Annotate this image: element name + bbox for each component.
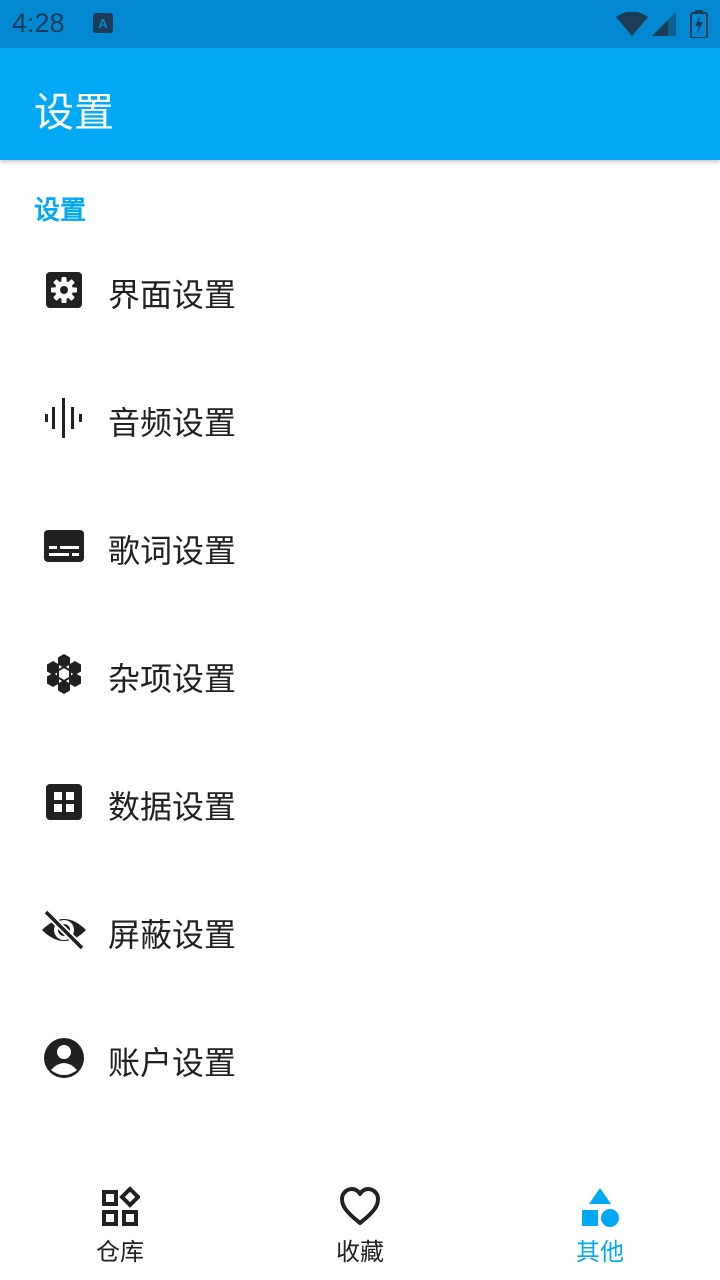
setting-item-audio[interactable]: 音频设置	[0, 352, 720, 480]
setting-item-data[interactable]: 数据设置	[0, 736, 720, 864]
setting-label: 数据设置	[108, 788, 237, 826]
subtitles-icon	[40, 522, 88, 570]
setting-item-lyrics[interactable]: 歌词设置	[0, 480, 720, 608]
settings-list[interactable]: 设置 界面设置 音频设置 歌词设置 杂项设置 数据设置 屏蔽设置 账户设置	[0, 160, 720, 1168]
eye-off-icon	[40, 906, 88, 954]
status-time: 4:28	[12, 8, 65, 38]
setting-label: 界面设置	[108, 276, 237, 314]
signal-icon	[652, 12, 676, 40]
nav-item-other[interactable]: 其他	[480, 1168, 720, 1280]
setting-label: 屏蔽设置	[108, 916, 237, 954]
nav-label: 仓库	[96, 1238, 144, 1266]
section-header: 设置	[34, 196, 87, 226]
svg-text:A: A	[98, 16, 108, 31]
nav-label: 收藏	[336, 1238, 384, 1266]
setting-label: 歌词设置	[108, 532, 237, 570]
account-circle-icon	[40, 1034, 88, 1082]
bottom-nav: 仓库 收藏 其他	[0, 1168, 720, 1280]
setting-item-misc[interactable]: 杂项设置	[0, 608, 720, 736]
grid-icon	[40, 778, 88, 826]
nav-item-favorites[interactable]: 收藏	[240, 1168, 480, 1280]
setting-label: 账户设置	[108, 1044, 237, 1082]
setting-label: 音频设置	[108, 404, 237, 442]
page-title: 设置	[34, 90, 114, 136]
hexagons-icon	[40, 650, 88, 698]
widgets-icon	[100, 1186, 141, 1228]
status-bar: 4:28 A	[0, 0, 720, 48]
setting-item-account[interactable]: 账户设置	[0, 992, 720, 1120]
shapes-icon	[580, 1186, 620, 1228]
battery-icon	[690, 10, 708, 42]
audio-wave-icon	[40, 394, 88, 442]
app-bar: 设置	[0, 48, 720, 160]
setting-item-interface[interactable]: 界面设置	[0, 224, 720, 352]
nav-label: 其他	[576, 1238, 624, 1266]
setting-item-block[interactable]: 屏蔽设置	[0, 864, 720, 992]
wifi-icon	[616, 11, 648, 40]
heart-icon	[340, 1186, 380, 1228]
notification-icon: A	[93, 13, 113, 35]
setting-label: 杂项设置	[108, 660, 237, 698]
nav-item-repository[interactable]: 仓库	[0, 1168, 240, 1280]
gear-icon	[40, 266, 88, 314]
